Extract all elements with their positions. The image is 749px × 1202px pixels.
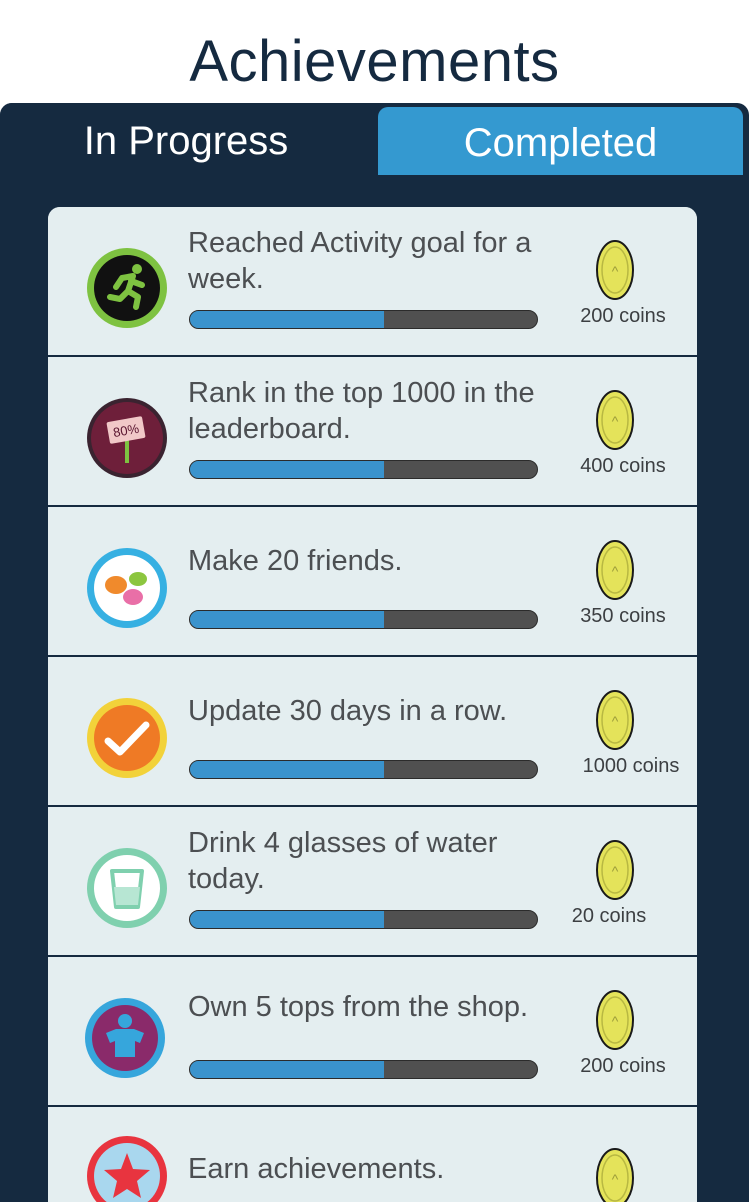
progress-bar [189,460,538,479]
achievement-row[interactable]: Reached Activity goal for a week. ^ 200 … [48,207,697,357]
svg-text:^: ^ [612,563,619,579]
achievement-row[interactable]: Earn achievements. ^ [48,1107,697,1202]
svg-text:^: ^ [612,713,619,729]
tab-in-progress[interactable]: In Progress [0,103,372,175]
reward-label: 1000 coins [582,755,680,777]
page-title: Achievements [189,29,560,94]
sign-80-percent-icon: 80% [86,397,168,479]
tab-completed-frame: Completed [374,103,747,175]
tab-completed[interactable]: Completed [378,107,743,175]
coin-icon: ^ [595,689,635,751]
shirt-person-icon [84,997,166,1079]
svg-text:^: ^ [612,1013,619,1029]
reward-label: 200 coins [580,1055,666,1077]
coin-icon: ^ [595,1147,635,1202]
progress-bar [189,1060,538,1079]
achievement-row[interactable]: Own 5 tops from the shop. ^ 200 coins [48,957,697,1107]
star-icon [86,1135,168,1202]
progress-fill [190,761,385,778]
progress-fill [190,461,385,478]
achievement-row[interactable]: Update 30 days in a row. ^ 1000 coins [48,657,697,807]
svg-text:^: ^ [612,863,619,879]
chat-bubbles-icon [86,547,168,629]
coin-icon: ^ [595,389,635,451]
achievement-text: Make 20 friends. [188,545,403,577]
progress-fill [190,611,385,628]
running-man-icon [86,247,168,329]
coin-icon: ^ [595,539,635,601]
achievement-text: Reached Activity goal for a week. [188,227,532,295]
progress-bar [189,760,538,779]
progress-fill [190,1061,385,1078]
achievement-row[interactable]: Drink 4 glasses of water today. ^ 20 coi… [48,807,697,957]
svg-text:^: ^ [612,263,619,279]
achievement-row[interactable]: 80% Rank in the top 1000 in the leaderbo… [48,357,697,507]
progress-bar [189,310,538,329]
achievement-text: Update 30 days in a row. [188,695,508,727]
progress-fill [190,911,385,928]
achievement-list: Reached Activity goal for a week. ^ 200 … [48,207,697,1202]
coin-icon: ^ [595,239,635,301]
checkmark-icon [86,697,168,779]
reward-label: 20 coins [571,905,647,927]
achievement-text: Own 5 tops from the shop. [188,991,529,1023]
svg-text:^: ^ [612,413,619,429]
svg-text:^: ^ [612,1171,619,1187]
progress-bar [189,610,538,629]
coin-icon: ^ [595,839,635,901]
progress-fill [190,311,385,328]
achievement-text: Earn achievements. [188,1153,445,1185]
coin-icon: ^ [595,989,635,1051]
reward-label: 350 coins [580,605,666,627]
achievement-text: Rank in the top 1000 in the leaderboard. [188,377,535,445]
reward-label: 400 coins [580,455,666,477]
progress-bar [189,910,538,929]
achievement-row[interactable]: Make 20 friends. ^ 350 coins [48,507,697,657]
water-glass-icon [86,847,168,929]
reward-label: 200 coins [580,305,666,327]
achievement-text: Drink 4 glasses of water today. [188,827,498,895]
